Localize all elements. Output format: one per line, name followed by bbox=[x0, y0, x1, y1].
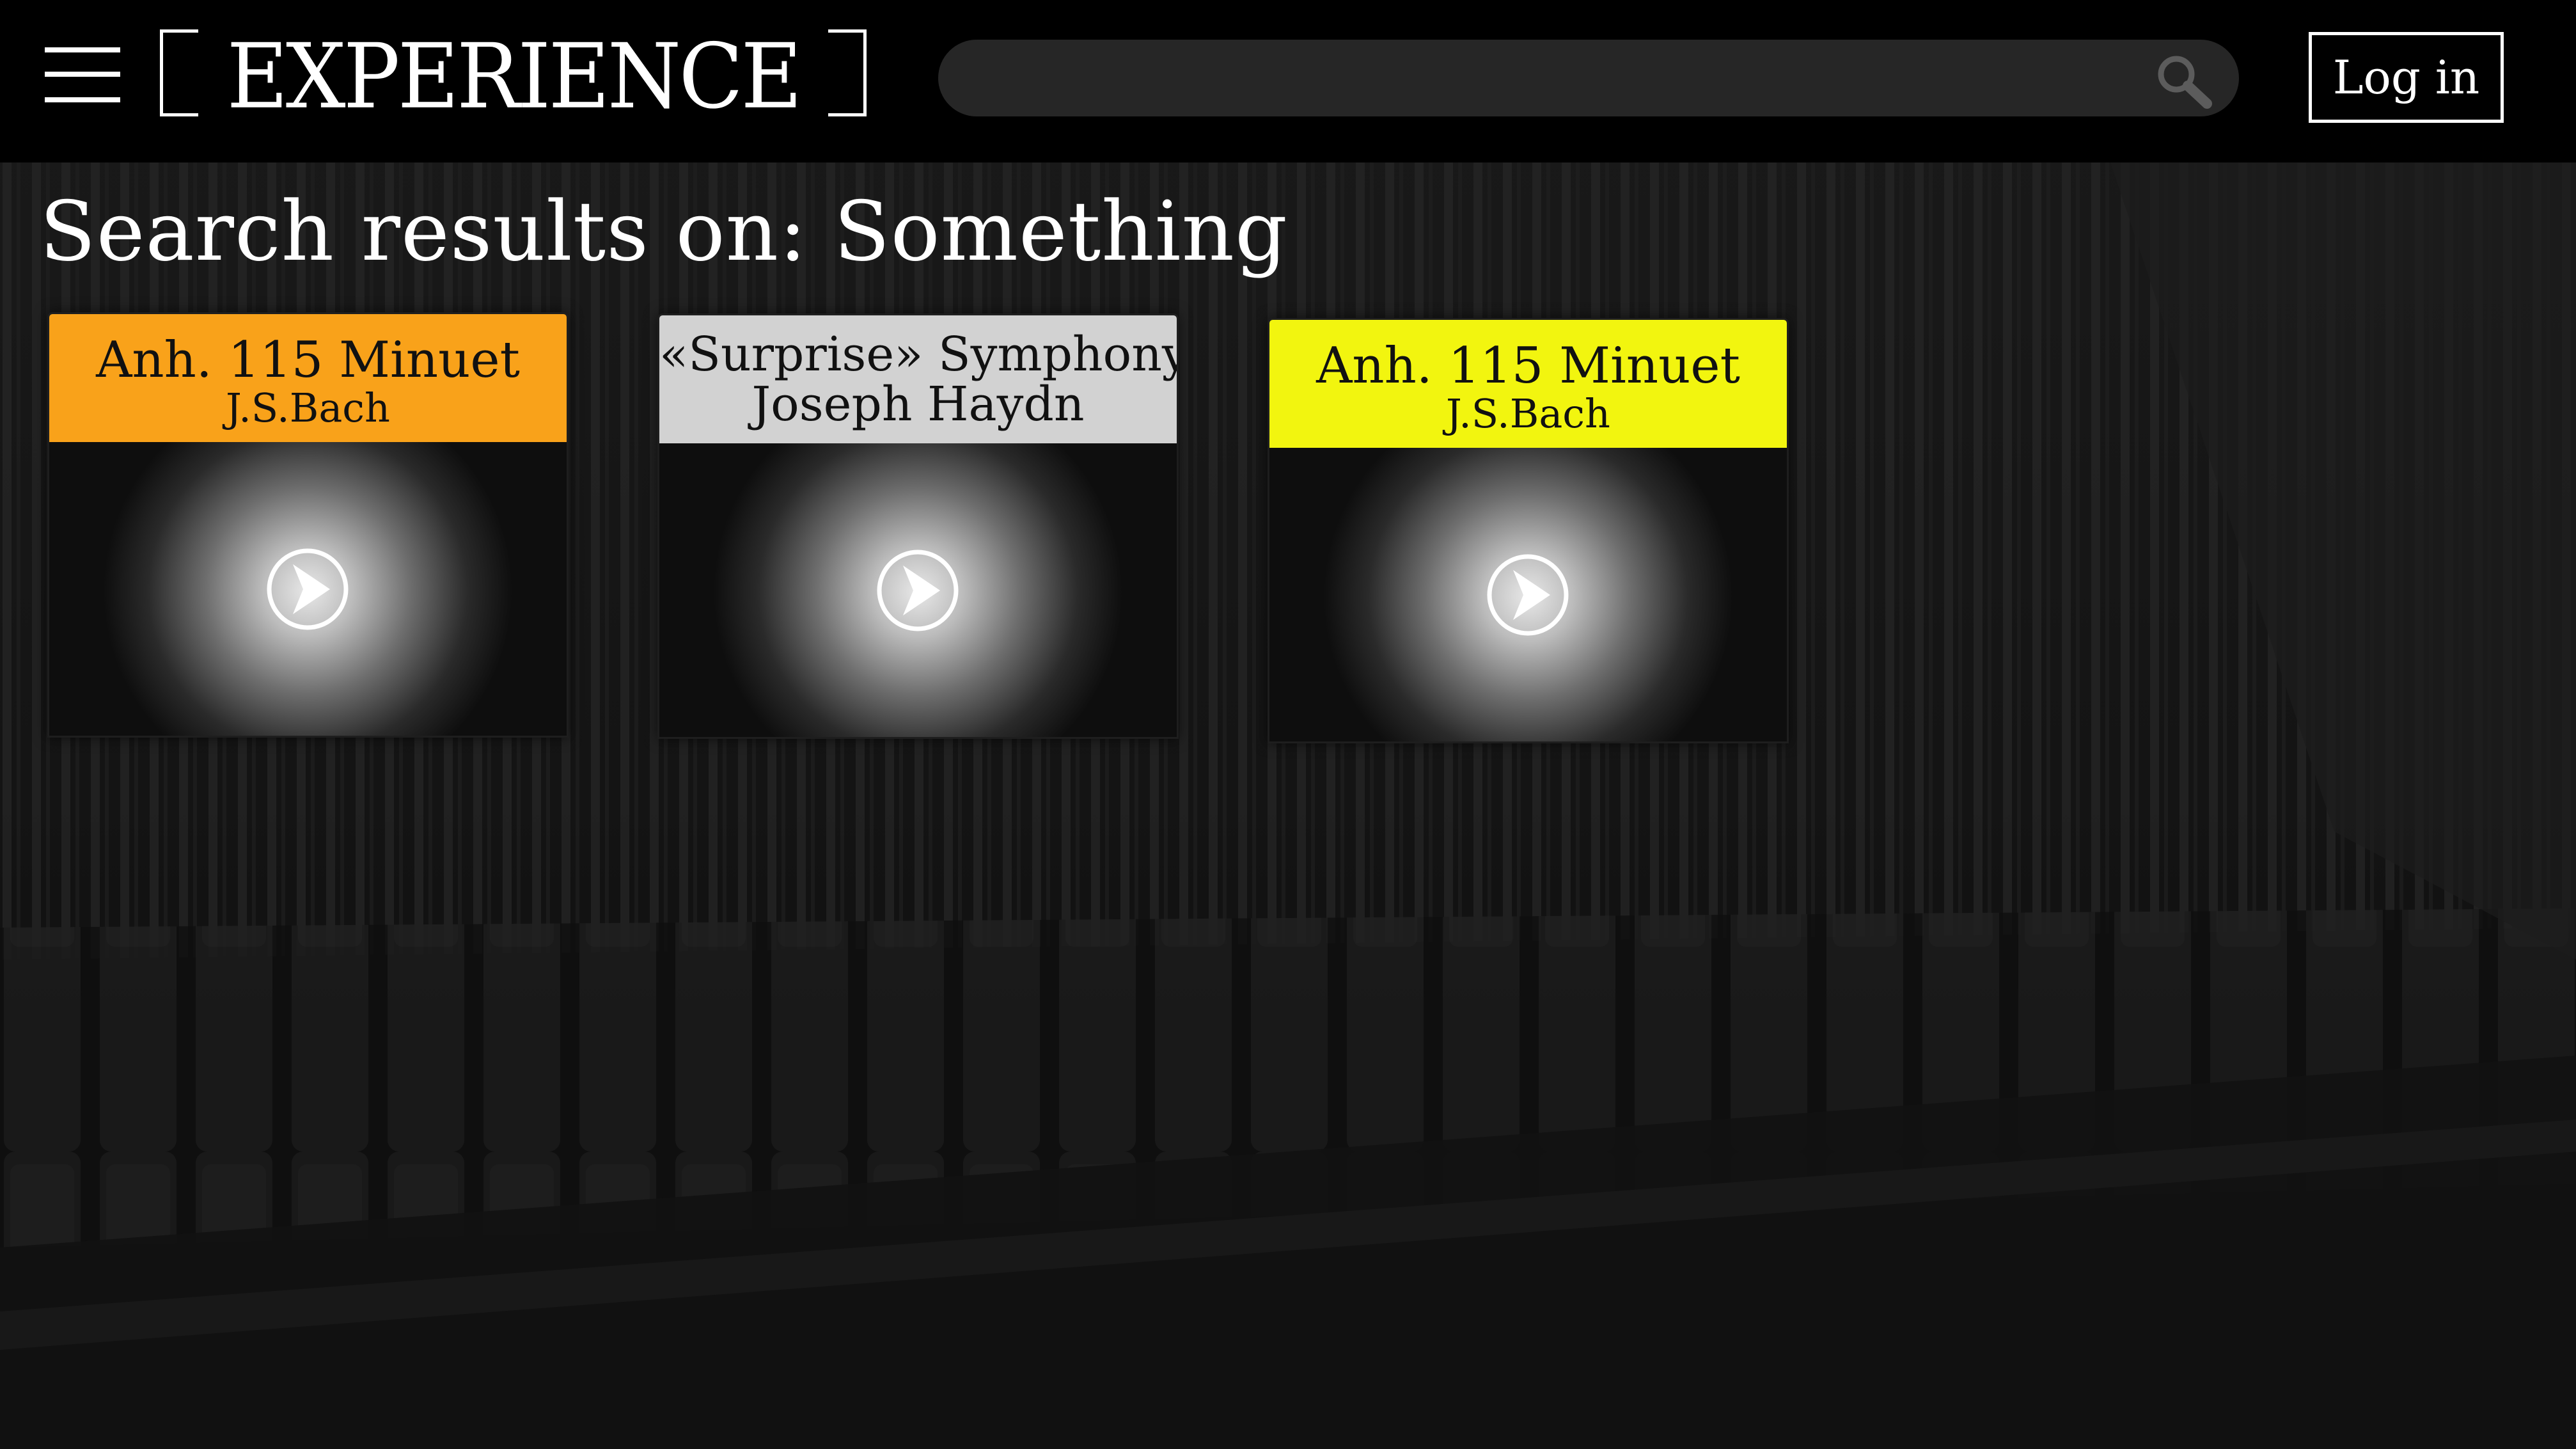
top-navigation-bar: EXPERIENCE Log in bbox=[0, 0, 2576, 162]
card-title: Anh. 115 Minuet bbox=[1316, 337, 1740, 395]
card-media-preview bbox=[1269, 448, 1787, 741]
play-circle-icon[interactable] bbox=[875, 548, 961, 633]
play-circle-icon[interactable] bbox=[1485, 552, 1571, 638]
result-card[interactable]: «Surprise» Symphony Joseph Haydn bbox=[657, 313, 1179, 739]
page: EXPERIENCE Log in Search results on: Som… bbox=[0, 0, 2576, 1449]
card-media-preview bbox=[659, 443, 1177, 737]
login-button[interactable]: Log in bbox=[2309, 32, 2504, 123]
menu-button[interactable] bbox=[45, 46, 122, 104]
hamburger-menu-icon-line bbox=[45, 72, 120, 77]
card-header: «Surprise» Symphony Joseph Haydn bbox=[659, 315, 1177, 443]
page-title: Search results on: Something bbox=[40, 184, 1288, 280]
card-title: Anh. 115 Minuet bbox=[96, 331, 520, 389]
card-header: Anh. 115 Minuet J.S.Bach bbox=[49, 314, 567, 442]
card-title: «Surprise» Symphony bbox=[659, 327, 1179, 382]
result-card[interactable]: Anh. 115 Minuet J.S.Bach bbox=[1268, 318, 1789, 743]
card-media-preview bbox=[49, 442, 567, 736]
logo-text: EXPERIENCE bbox=[226, 24, 802, 129]
card-composer: J.S.Bach bbox=[1446, 390, 1610, 437]
search-input[interactable] bbox=[977, 46, 2117, 111]
search-bar bbox=[938, 40, 2239, 116]
result-card[interactable]: Anh. 115 Minuet J.S.Bach bbox=[47, 312, 569, 738]
hamburger-menu-icon bbox=[45, 47, 120, 52]
hamburger-menu-icon-line bbox=[45, 97, 120, 102]
magnifier-icon[interactable] bbox=[2152, 52, 2216, 110]
card-composer: Joseph Haydn bbox=[751, 377, 1085, 432]
card-composer: J.S.Bach bbox=[226, 384, 390, 431]
play-circle-icon[interactable] bbox=[265, 546, 350, 632]
site-logo[interactable]: EXPERIENCE bbox=[160, 24, 867, 129]
card-header: Anh. 115 Minuet J.S.Bach bbox=[1269, 320, 1787, 448]
